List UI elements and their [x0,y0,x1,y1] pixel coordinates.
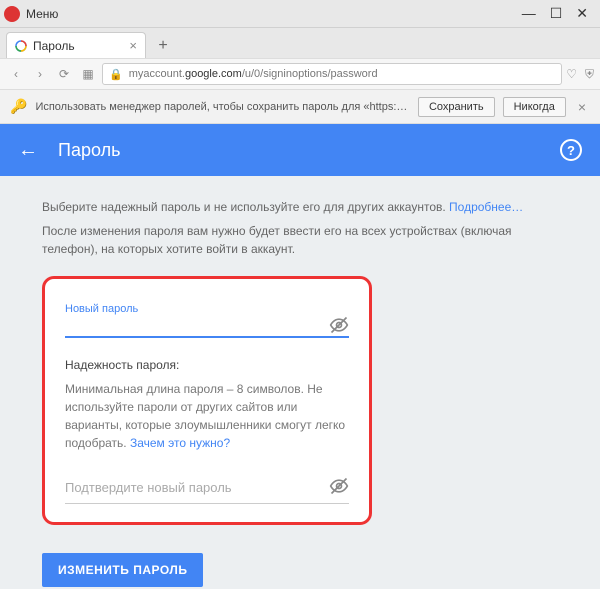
tab-strip: Пароль × + [0,28,600,58]
key-icon: 🔑 [10,98,27,115]
strength-text: Минимальная длина пароля – 8 символов. Н… [65,380,349,452]
toggle-visibility-icon[interactable] [329,315,349,340]
help-icon[interactable]: ? [560,139,582,161]
maximize-button[interactable]: ☐ [550,5,563,22]
tab-password[interactable]: Пароль × [6,32,146,58]
confirm-placeholder: Подтвердите новый пароль [65,478,232,498]
never-save-button[interactable]: Никогда [503,97,566,117]
new-password-label: Новый пароль [65,301,349,318]
password-manager-bar: 🔑 Использовать менеджер паролей, чтобы с… [0,90,600,124]
intro-text-1: Выберите надежный пароль и не используйт… [42,198,558,216]
new-password-field[interactable]: Новый пароль [65,301,349,338]
confirm-password-field[interactable]: Подтвердите новый пароль [65,476,349,504]
learn-more-link[interactable]: Подробнее… [449,200,523,214]
change-password-button[interactable]: ИЗМЕНИТЬ ПАРОЛЬ [42,553,203,587]
page-content: ← Пароль ? Выберите надежный пароль и не… [0,124,600,589]
url-input[interactable]: 🔒 myaccount.google.com/u/0/signinoptions… [102,63,562,85]
google-favicon [15,40,27,52]
new-tab-button[interactable]: + [150,34,176,58]
address-bar: ‹ › ⟳ ▦ 🔒 myaccount.google.com/u/0/signi… [0,58,600,90]
header-back-arrow-icon[interactable]: ← [18,139,38,162]
opera-icon [4,6,20,22]
forward-button[interactable]: › [30,64,50,84]
reload-button[interactable]: ⟳ [54,64,74,84]
page-title: Пароль [58,140,540,161]
lock-icon: 🔒 [109,68,123,81]
url-text: myaccount.google.com/u/0/signinoptions/p… [129,68,378,80]
window-titlebar: Меню — ☐ ✕ [0,0,600,28]
toggle-visibility-icon[interactable] [329,476,349,501]
speed-dial-icon[interactable]: ▦ [78,64,98,84]
why-needed-link[interactable]: Зачем это нужно? [130,436,230,450]
intro-text-2: После изменения пароля вам нужно будет в… [42,222,558,258]
pwmgr-close-icon[interactable]: × [574,99,590,115]
pwmgr-message: Использовать менеджер паролей, чтобы сох… [35,101,410,113]
back-button[interactable]: ‹ [6,64,26,84]
strength-title: Надежность пароля: [65,356,349,374]
menu-button[interactable]: Меню [26,7,58,21]
tab-close-icon[interactable]: × [129,38,137,53]
page-header: ← Пароль ? [0,124,600,176]
close-window-button[interactable]: ✕ [576,5,588,22]
tab-title: Пароль [33,39,75,53]
password-form-highlight: Новый пароль Надежность пароля: Минималь… [42,276,372,525]
shield-icon[interactable]: ⛨ [585,67,594,82]
bookmark-icon[interactable]: ♡ [566,67,577,82]
minimize-button[interactable]: — [522,5,536,22]
save-password-button[interactable]: Сохранить [418,97,495,117]
